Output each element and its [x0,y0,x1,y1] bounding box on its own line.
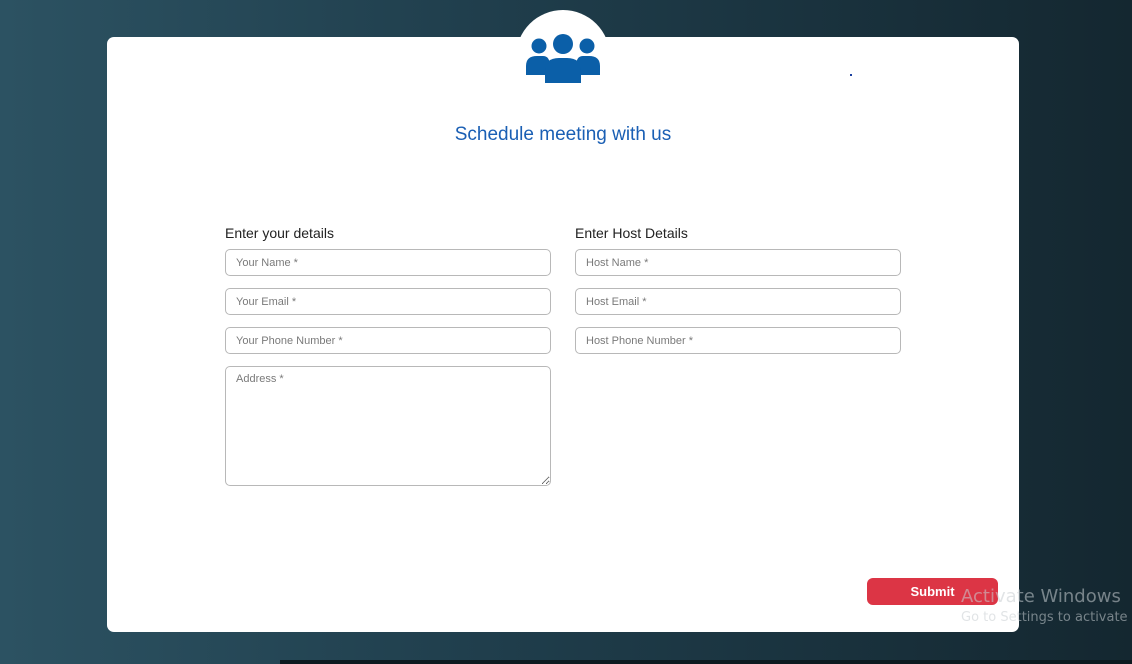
users-group-icon [526,34,600,83]
host-name-input[interactable] [575,249,901,276]
submit-button[interactable]: Submit [867,578,998,605]
page-title: Schedule meeting with us [454,124,672,145]
your-email-input[interactable] [225,288,551,315]
your-phone-input[interactable] [225,327,551,354]
avatar-badge [516,10,610,104]
host-email-input[interactable] [575,288,901,315]
your-name-input[interactable] [225,249,551,276]
taskbar-strip [280,660,1132,664]
address-textarea[interactable] [225,366,551,486]
host-details-label: Enter Host Details [575,225,688,241]
your-details-label: Enter your details [225,225,334,241]
decorative-dot [850,74,852,76]
host-phone-input[interactable] [575,327,901,354]
